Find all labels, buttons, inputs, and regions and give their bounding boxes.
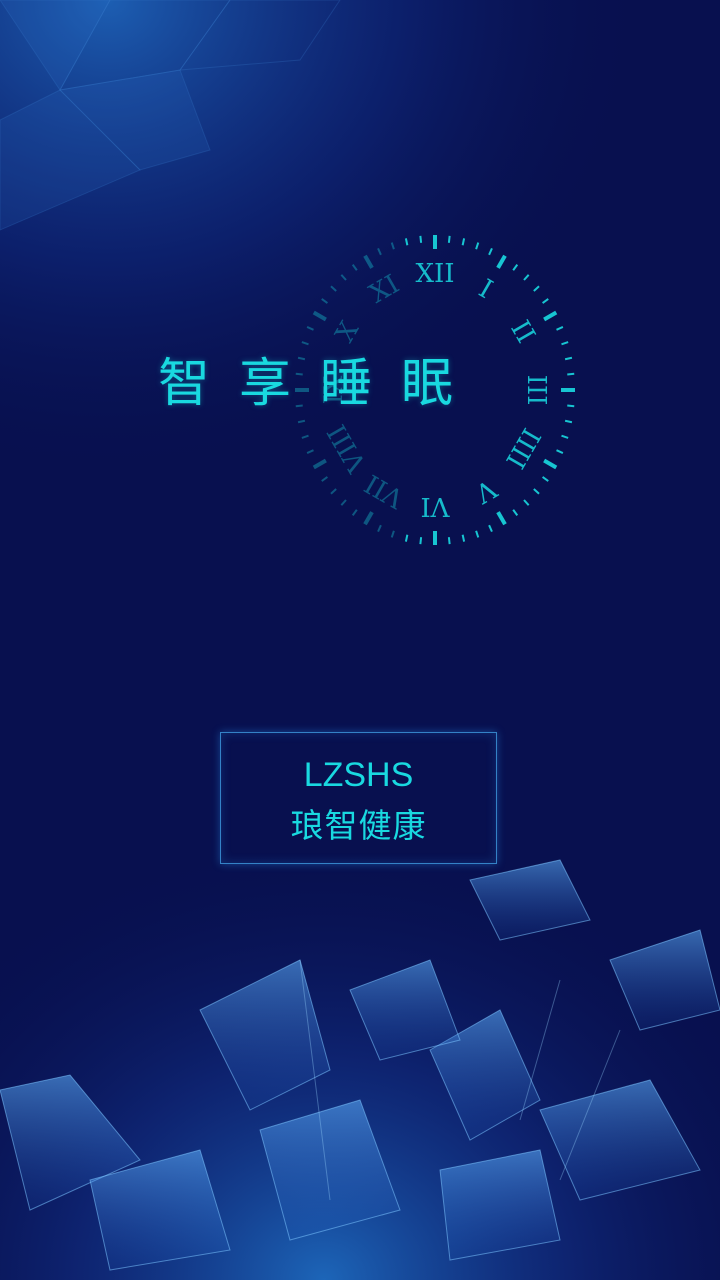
- clock-minute-tick: [390, 242, 395, 250]
- clock-minute-tick: [301, 341, 309, 346]
- clock-hour-tick: [363, 254, 374, 269]
- clock-minute-tick: [447, 235, 451, 243]
- clock-hour-tick: [312, 458, 327, 470]
- clock-minute-tick: [419, 537, 423, 545]
- clock-minute-tick: [567, 404, 575, 408]
- clock-minute-tick: [561, 434, 569, 439]
- clock-numeral: VI: [420, 491, 450, 521]
- clock-minute-tick: [461, 238, 466, 246]
- clock-minute-tick: [461, 534, 466, 542]
- clock-minute-tick: [330, 285, 337, 292]
- clock-minute-tick: [351, 264, 358, 271]
- clock-minute-tick: [475, 242, 480, 250]
- clock-minute-tick: [321, 298, 328, 304]
- clock-hour-tick: [312, 310, 327, 322]
- clock-numeral: VII: [360, 468, 410, 514]
- clock-hour-tick: [543, 310, 558, 322]
- clock-hour-tick: [543, 458, 558, 470]
- slogan-title: 智享睡眠: [158, 354, 483, 414]
- clock-minute-tick: [390, 530, 395, 538]
- clock-minute-tick: [351, 509, 358, 516]
- clock-minute-tick: [567, 372, 575, 376]
- clock-minute-tick: [542, 298, 549, 304]
- clock-minute-tick: [512, 509, 519, 516]
- clock-minute-tick: [556, 449, 564, 454]
- clock-minute-tick: [533, 488, 540, 495]
- brand-name-en: LZSHS: [303, 756, 414, 794]
- background-artwork: [0, 0, 720, 1280]
- clock-minute-tick: [340, 499, 347, 506]
- clock-hour-tick: [363, 511, 374, 526]
- clock-minute-tick: [404, 534, 409, 542]
- clock-numeral: VIII: [322, 419, 373, 478]
- clock-minute-tick: [404, 238, 409, 246]
- clock-numeral: II: [504, 316, 540, 349]
- clock-minute-tick: [564, 419, 573, 424]
- clock-numeral: XI: [365, 269, 405, 309]
- clock-minute-tick: [306, 326, 314, 331]
- clock-numeral: XII: [415, 259, 454, 289]
- clock-numeral: X: [330, 316, 365, 347]
- clock-minute-tick: [306, 449, 314, 454]
- clock-minute-tick: [321, 476, 328, 482]
- clock-minute-tick: [488, 524, 493, 533]
- clock-minute-tick: [523, 274, 530, 281]
- clock-numeral: IIII: [499, 423, 546, 474]
- clock-minute-tick: [556, 326, 564, 331]
- clock-minute-tick: [419, 235, 423, 243]
- clock-minute-tick: [488, 247, 493, 256]
- clock-minute-tick: [475, 530, 480, 538]
- clock-numeral: III: [521, 375, 551, 406]
- clock-minute-tick: [377, 247, 382, 256]
- clock-minute-tick: [561, 341, 569, 346]
- clock-minute-tick: [533, 285, 540, 292]
- clock-minute-tick: [447, 537, 451, 545]
- brand-box: LZSHS 琅智健康: [220, 732, 497, 864]
- clock-minute-tick: [564, 356, 573, 361]
- clock-minute-tick: [523, 499, 530, 506]
- clock-hour-tick: [496, 511, 507, 526]
- clock-minute-tick: [297, 419, 306, 424]
- clock-minute-tick: [377, 524, 382, 533]
- clock-minute-tick: [301, 434, 309, 439]
- clock-minute-tick: [512, 264, 519, 271]
- clock-minute-tick: [542, 476, 549, 482]
- clock-hour-tick: [496, 254, 507, 269]
- brand-name-cn: 琅智健康: [290, 806, 427, 845]
- clock-minute-tick: [340, 274, 347, 281]
- clock-numeral: I: [474, 274, 498, 305]
- clock-numeral: V: [469, 472, 502, 508]
- clock-minute-tick: [330, 488, 337, 495]
